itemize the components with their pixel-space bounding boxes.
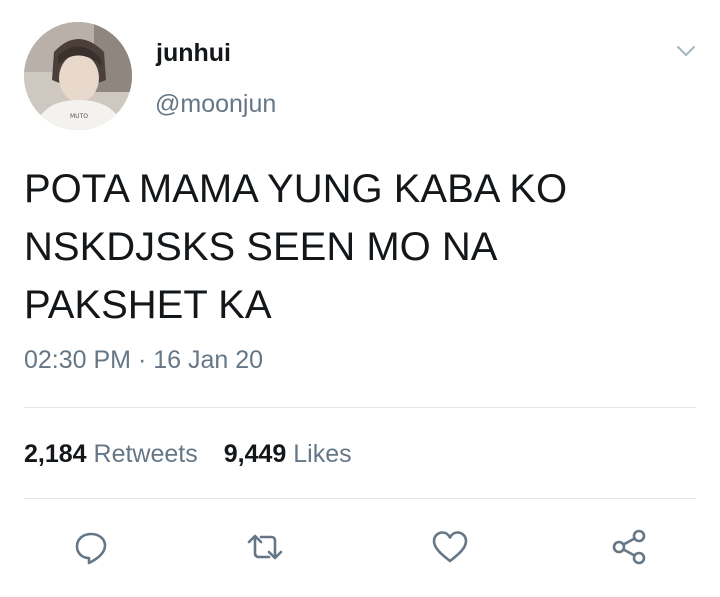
retweets-label: Retweets	[93, 440, 198, 468]
retweet-button[interactable]	[245, 527, 285, 567]
retweet-icon	[247, 534, 283, 560]
user-handle[interactable]: @moonjun	[155, 89, 276, 119]
retweets-stat[interactable]: 2,184 Retweets	[24, 440, 198, 468]
divider	[24, 498, 696, 499]
reply-icon	[75, 532, 107, 565]
display-name[interactable]: junhui	[156, 38, 231, 68]
likes-count: 9,449	[223, 440, 287, 468]
share-icon	[612, 529, 646, 565]
tweet-text: POTA MAMA YUNG KABA KO NSKDJSKS SEEN MO …	[24, 160, 694, 334]
tweet-text-line: NSKDJSKS SEEN MO NA	[24, 225, 498, 269]
svg-text:MUTO: MUTO	[70, 113, 88, 120]
tweet-stats: 2,184 Retweets 9,449 Likes	[24, 439, 352, 469]
divider	[24, 407, 696, 408]
meta-separator: ·	[131, 346, 154, 374]
share-button[interactable]	[609, 527, 649, 567]
tweet-time: 02:30 PM	[24, 346, 132, 374]
reply-button[interactable]	[71, 527, 111, 567]
likes-label: Likes	[293, 440, 352, 468]
tweet-date: 16 Jan 20	[153, 346, 264, 374]
tweet-text-line: POTA MAMA YUNG KABA KO	[24, 167, 568, 211]
tweet-timestamp[interactable]: 02:30 PM · 16 Jan 20	[24, 345, 263, 375]
profile-photo: MUTO	[24, 22, 132, 130]
heart-icon	[432, 531, 468, 563]
chevron-down-icon[interactable]	[672, 40, 700, 62]
tweet-text-line: PAKSHET KA	[24, 283, 272, 327]
likes-stat[interactable]: 9,449 Likes	[224, 440, 352, 468]
like-button[interactable]	[430, 527, 470, 567]
avatar[interactable]: MUTO	[24, 22, 132, 130]
retweets-count: 2,184	[24, 440, 87, 468]
tweet-card: MUTO junhui @moonjun POTA MAMA YUNG KABA…	[0, 0, 720, 597]
